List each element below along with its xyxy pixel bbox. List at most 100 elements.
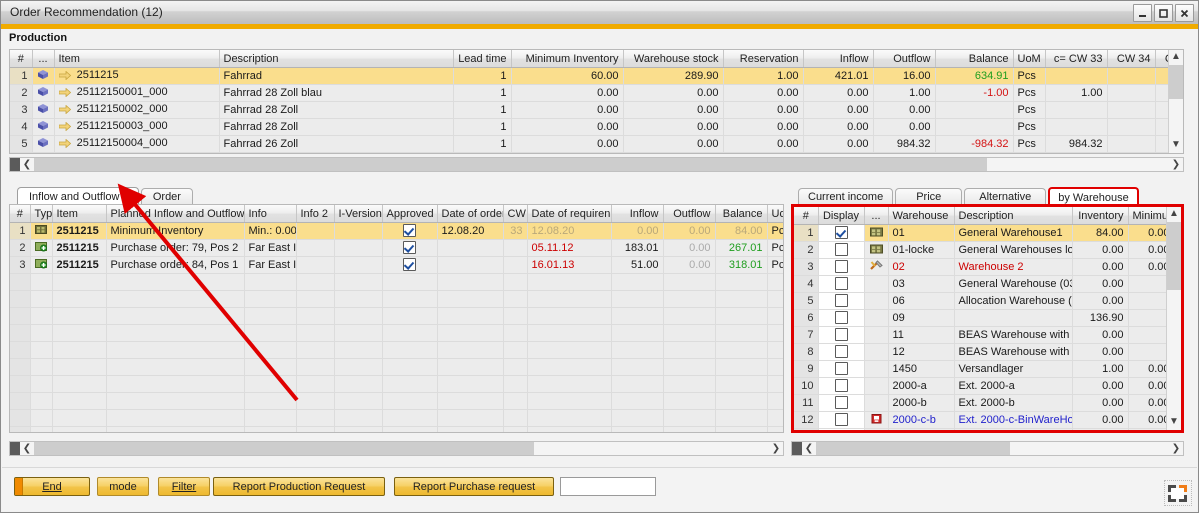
- by-warehouse-grid[interactable]: # Display ... Warehouse Description Inve…: [791, 204, 1184, 433]
- cell-display[interactable]: [818, 429, 864, 431]
- tab-price[interactable]: Price: [895, 188, 962, 205]
- th-cw35[interactable]: CW 35: [1155, 50, 1168, 68]
- right-tab-strip[interactable]: Current income Price Alternative by Ware…: [798, 186, 1141, 205]
- display-checkbox[interactable]: [835, 294, 848, 307]
- th-wh-row-number[interactable]: #: [794, 207, 818, 225]
- wh-scroll-down-icon[interactable]: ▼: [1169, 415, 1179, 430]
- th-outflow[interactable]: Outflow: [873, 50, 935, 68]
- warehouse-vscroll-track[interactable]: [1167, 222, 1181, 415]
- hscroll-grip[interactable]: [10, 158, 20, 171]
- display-checkbox[interactable]: [835, 328, 848, 341]
- scroll-left-icon[interactable]: ❮: [20, 159, 34, 170]
- th-wh-minimum[interactable]: Minimum: [1128, 207, 1166, 225]
- cell-display[interactable]: [818, 259, 864, 276]
- left-tab-strip[interactable]: Inflow and Outflow * Order: [17, 186, 195, 205]
- production-vscrollbar[interactable]: ▲ ▼: [1168, 50, 1183, 153]
- table-row[interactable]: 1 2511215Fahrrad160.00289.901.00421.0116…: [10, 68, 1168, 85]
- table-row[interactable]: 101General Warehouse184.000.00: [794, 225, 1166, 242]
- warehouse-vscrollbar[interactable]: ▲ ▼: [1166, 207, 1181, 430]
- filter-button[interactable]: Filter: [158, 477, 210, 496]
- table-row[interactable]: 403General Warehouse (03)0.00: [794, 276, 1166, 293]
- production-vscroll-thumb[interactable]: [1169, 65, 1183, 99]
- th-wh-display[interactable]: Display: [818, 207, 864, 225]
- wh-scroll-left-icon[interactable]: ❮: [802, 443, 816, 454]
- maximize-button[interactable]: [1154, 4, 1173, 22]
- inflow-scroll-left-icon[interactable]: ❮: [20, 443, 34, 454]
- inflow-scroll-right-icon[interactable]: ❯: [769, 443, 783, 454]
- wh-scroll-right-icon[interactable]: ❯: [1169, 443, 1183, 454]
- th-if-uom[interactable]: UoM: [767, 205, 783, 223]
- bottom-text-input[interactable]: [560, 477, 656, 496]
- resize-grip-area[interactable]: [1164, 480, 1192, 506]
- production-vscroll-track[interactable]: [1169, 65, 1183, 138]
- cell-display[interactable]: [818, 242, 864, 259]
- table-row[interactable]: 506Allocation Warehouse (06)0.00: [794, 293, 1166, 310]
- approved-checkbox[interactable]: [403, 258, 416, 271]
- scroll-right-icon[interactable]: ❯: [1169, 159, 1183, 170]
- warehouse-hscroll-track[interactable]: [816, 442, 1169, 455]
- table-row[interactable]: 711BEAS Warehouse with Bin0.00: [794, 327, 1166, 344]
- production-hscroll-track[interactable]: [34, 158, 1169, 171]
- display-checkbox[interactable]: [835, 379, 848, 392]
- display-checkbox[interactable]: [835, 413, 848, 426]
- tab-current-income[interactable]: Current income: [798, 188, 893, 205]
- th-if-iversion[interactable]: I-Version: [334, 205, 382, 223]
- production-hscrollbar[interactable]: ❮ ❯: [9, 157, 1184, 172]
- table-row[interactable]: 2 25112150001_000Fahrrad 28 Zoll blau10.…: [10, 85, 1168, 102]
- display-checkbox[interactable]: [835, 311, 848, 324]
- th-cw34[interactable]: CW 34: [1107, 50, 1155, 68]
- display-checkbox[interactable]: [835, 362, 848, 375]
- th-wh-warehouse[interactable]: Warehouse: [888, 207, 954, 225]
- th-reservation[interactable]: Reservation: [723, 50, 803, 68]
- production-hscroll-thumb[interactable]: [34, 158, 987, 171]
- report-production-request-button[interactable]: Report Production Request: [213, 477, 385, 496]
- end-button[interactable]: End: [14, 477, 90, 496]
- th-if-planned[interactable]: Planned Inflow and Outflow: [106, 205, 244, 223]
- th-if-info2[interactable]: Info 2: [296, 205, 334, 223]
- th-if-cw[interactable]: CW: [503, 205, 527, 223]
- table-row[interactable]: 609136.90: [794, 310, 1166, 327]
- th-minimum-inventory[interactable]: Minimum Inventory: [511, 50, 623, 68]
- table-row[interactable]: 3 25112150002_000Fahrrad 28 Zoll10.000.0…: [10, 102, 1168, 119]
- table-row[interactable]: 5 25112150004_000Fahrrad 26 Zoll10.000.0…: [10, 136, 1168, 153]
- th-if-row-number[interactable]: #: [10, 205, 30, 223]
- display-checkbox[interactable]: [835, 396, 848, 409]
- th-uom[interactable]: UoM: [1013, 50, 1045, 68]
- cell-display[interactable]: [818, 276, 864, 293]
- th-if-outflow[interactable]: Outflow: [663, 205, 715, 223]
- table-row[interactable]: 102000-aExt. 2000-a0.000.00: [794, 378, 1166, 395]
- cell-display[interactable]: [818, 344, 864, 361]
- cell-display[interactable]: [818, 395, 864, 412]
- inflow-outflow-grid[interactable]: # Typ Item Planned Inflow and Outflow In…: [9, 204, 784, 433]
- table-row[interactable]: 4 25112150003_000Fahrrad 28 Zoll10.000.0…: [10, 119, 1168, 136]
- approved-checkbox[interactable]: [403, 241, 416, 254]
- minimize-button[interactable]: [1133, 4, 1152, 22]
- th-cw33[interactable]: c= CW 33: [1045, 50, 1107, 68]
- inflow-hscroll-thumb[interactable]: [34, 442, 534, 455]
- th-wh-description[interactable]: Description: [954, 207, 1072, 225]
- cell-display[interactable]: [818, 361, 864, 378]
- th-if-date-of-order[interactable]: Date of order: [437, 205, 503, 223]
- th-inflow[interactable]: Inflow: [803, 50, 873, 68]
- th-row-number[interactable]: #: [10, 50, 32, 68]
- th-if-approved[interactable]: Approved: [382, 205, 437, 223]
- display-checkbox[interactable]: [835, 243, 848, 256]
- mode-button[interactable]: mode: [97, 477, 149, 496]
- production-grid[interactable]: # ... Item Description Lead time Minimum…: [9, 49, 1184, 154]
- th-if-inflow[interactable]: Inflow: [611, 205, 663, 223]
- table-row[interactable]: 122000-c-bExt. 2000-c-BinWareHouse0.000.…: [794, 412, 1166, 429]
- cell-display[interactable]: [818, 310, 864, 327]
- th-if-date-required[interactable]: Date of requiren: [527, 205, 611, 223]
- scroll-up-icon[interactable]: ▲: [1171, 50, 1181, 65]
- table-row[interactable]: 22511215Purchase order: 79, Pos 2Far Eas…: [10, 240, 783, 257]
- tab-alternative[interactable]: Alternative: [964, 188, 1046, 205]
- th-description[interactable]: Description: [219, 50, 453, 68]
- th-lead-time[interactable]: Lead time: [453, 50, 511, 68]
- table-row[interactable]: 812BEAS Warehouse with Bin0.00: [794, 344, 1166, 361]
- approved-checkbox[interactable]: [403, 224, 416, 237]
- inflow-hscrollbar[interactable]: ❮ ❯: [9, 441, 784, 456]
- display-checkbox[interactable]: [835, 277, 848, 290]
- cell-display[interactable]: [818, 327, 864, 344]
- th-if-type[interactable]: Typ: [30, 205, 52, 223]
- display-checkbox[interactable]: [835, 226, 848, 239]
